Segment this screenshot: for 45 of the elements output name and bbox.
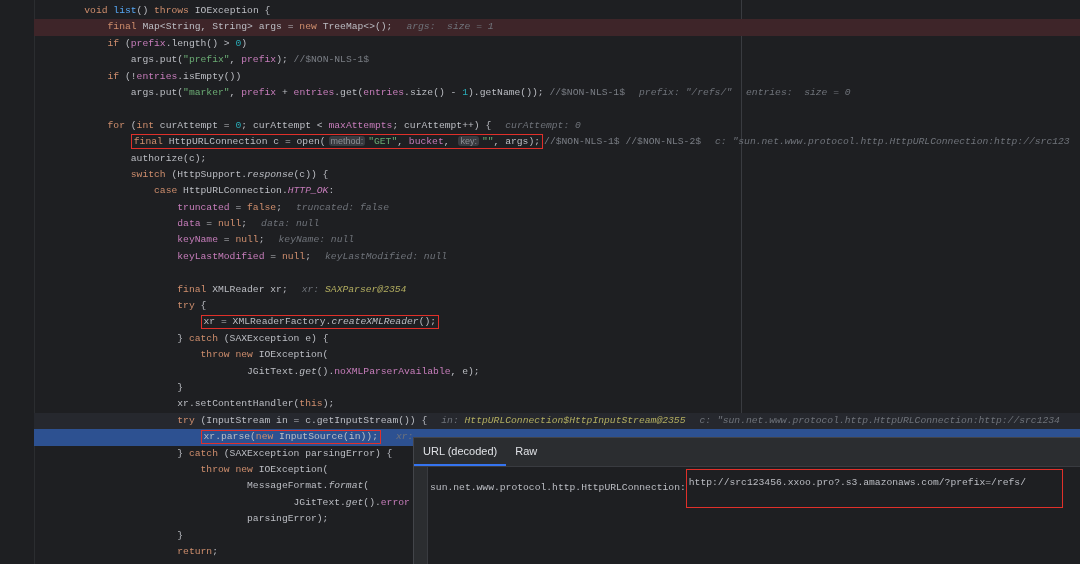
code-line: } xyxy=(177,528,184,543)
popup-tab[interactable]: Raw xyxy=(506,438,547,466)
inline-debug-value: prefix: "/refs/" xyxy=(639,85,733,100)
code-line: if (!entries.isEmpty()) xyxy=(107,69,242,84)
code-line: try (InputStream in = c.getInputStream()) { xyxy=(177,413,428,428)
code-line: } xyxy=(177,381,184,395)
inline-debug-value: xr: xyxy=(395,430,414,445)
code-line: MessageFormat.format( xyxy=(247,479,370,494)
code-line: keyLastModified = null; xyxy=(177,249,311,264)
inline-debug-value: entries: size = 0 xyxy=(746,85,851,100)
inline-debug-value: keyLastModified: null xyxy=(325,249,448,264)
code-line: args.put("prefix", prefix); //$NON-NLS-1$ xyxy=(130,53,370,68)
code-line: args.put("marker", prefix + entries.get(entries.size() - 1).getName()); //$NON-NLS-1$ xyxy=(130,85,625,100)
code-line: switch (HttpSupport.response(c)) { xyxy=(130,167,329,182)
url-value: sun.net.www.protocol.http.HttpURLConnection: http://src123456.xxoo.pro?.s3.amazonaws.com/?prefix=/refs/ xyxy=(430,469,1063,508)
inline-debug-value: c: "sun.net.www.protocol.http.HttpURLConnection:http://src123 xyxy=(715,135,1070,150)
code-line: try { xyxy=(177,299,207,314)
code-line: if (prefix.length() > 0) xyxy=(107,36,248,51)
code-line: for (int curAttempt = 0; curAttempt < maxAttempts; curAttempt++) { xyxy=(107,118,492,133)
code-line: parsingError); xyxy=(247,512,329,527)
code-line: authorize(c); xyxy=(130,151,207,166)
inline-debug-value: in: HttpURLConnection$HttpInputStream@2355 xyxy=(441,413,686,428)
code-line: throw new IOException( xyxy=(200,462,329,477)
inline-debug-value: args: size = 1 xyxy=(406,20,494,35)
code-line: } catch (SAXException e) { xyxy=(177,331,329,346)
code-line: JGitText.get().noXMLParserAvailable, e); xyxy=(247,364,480,379)
inline-debug-value: curAttempt: 0 xyxy=(505,118,581,133)
inline-debug-value: c: "sun.net.www.protocol.http.HttpURLConnection:http://src1234 xyxy=(699,413,1060,428)
inline-debug-value: xr: SAXParser@2354 xyxy=(301,282,407,297)
code-line: final HttpURLConnection c = open( method: "GET", bucket, key: "", args); //$NON-NLS-1$ //$NON-NLS-2$ xyxy=(130,134,702,151)
inline-debug-value: truncated: false xyxy=(295,200,389,215)
code-line: case HttpURLConnection.HTTP_OK: xyxy=(154,184,335,199)
code-line: throw new IOException( xyxy=(200,348,329,363)
code-line: JGitText.get().error xyxy=(293,495,410,510)
code-line: truncated = false; xyxy=(177,200,282,215)
code-line: void list() throws IOException { xyxy=(84,4,271,18)
code-line: final XMLReader xr; xyxy=(177,282,288,297)
code-line: data = null; xyxy=(177,217,248,232)
inline-debug-value: data: null xyxy=(261,217,320,232)
code-line: } catch (SAXException parsingError) { xyxy=(177,446,393,461)
inline-debug-value: keyName: null xyxy=(278,233,355,248)
code-line: final Map<String, String> args = new TreeMap<>(); xyxy=(107,20,393,35)
code-line: xr.setContentHandler(this); xyxy=(177,397,335,412)
code-line: return; xyxy=(177,544,218,559)
code-line: keyName = null; xyxy=(177,233,265,248)
